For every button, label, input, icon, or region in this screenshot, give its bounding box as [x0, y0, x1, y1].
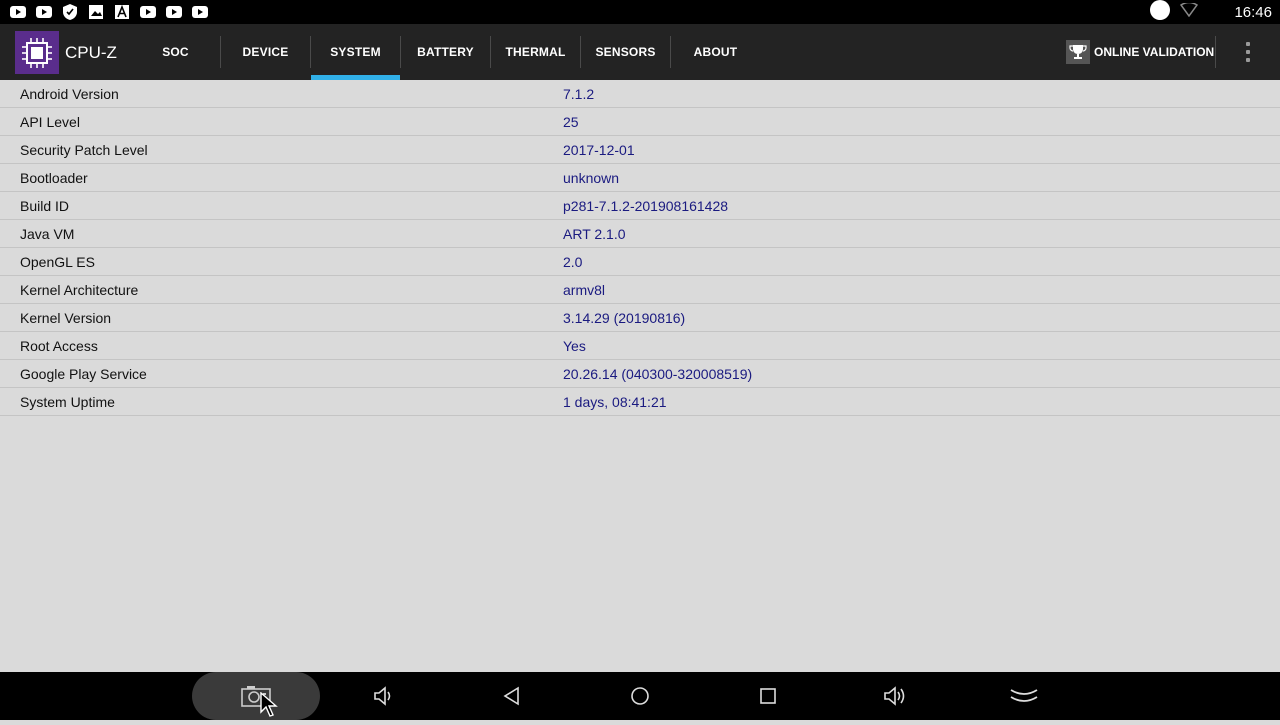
row-label: API Level	[20, 114, 80, 130]
volume-up-icon[interactable]	[880, 680, 912, 712]
row-label: Bootloader	[20, 170, 88, 186]
row-label: OpenGL ES	[20, 254, 95, 270]
info-row: Bootloader unknown	[0, 164, 1280, 192]
wifi-icon	[1180, 1, 1199, 22]
navigation-bar	[0, 672, 1280, 720]
row-value: unknown	[563, 170, 620, 186]
status-bar: 16:46	[0, 0, 1280, 24]
online-validation-label: ONLINE VALIDATION	[1094, 45, 1215, 59]
row-value: p281-7.1.2-201908161428	[563, 198, 729, 214]
recent-apps-icon[interactable]	[752, 680, 784, 712]
youtube-icon	[36, 4, 52, 20]
info-row: Android Version 7.1.2	[0, 80, 1280, 108]
trophy-icon	[1066, 40, 1090, 64]
tab-about[interactable]: ABOUT	[671, 24, 760, 80]
tab-system[interactable]: SYSTEM	[311, 24, 400, 80]
youtube-icon	[140, 4, 156, 20]
youtube-icon	[166, 4, 182, 20]
notification-icons	[10, 4, 208, 20]
info-row: API Level 25	[0, 108, 1280, 136]
row-value: ART 2.1.0	[563, 226, 626, 242]
youtube-icon	[10, 4, 26, 20]
youtube-icon	[192, 4, 208, 20]
row-label: Root Access	[20, 338, 98, 354]
app-bar-divider	[1215, 36, 1216, 68]
overflow-menu-icon[interactable]	[1238, 40, 1258, 64]
tab-soc[interactable]: SOC	[131, 24, 220, 80]
tab-device[interactable]: DEVICE	[221, 24, 310, 80]
tab-thermal[interactable]: THERMAL	[491, 24, 580, 80]
row-label: Security Patch Level	[20, 142, 148, 158]
row-value: armv8l	[563, 282, 606, 298]
tab-bar: SOC DEVICE SYSTEM BATTERY THERMAL SENSOR…	[131, 24, 760, 80]
image-icon	[88, 4, 104, 20]
info-row: Security Patch Level 2017-12-01	[0, 136, 1280, 164]
row-label: Google Play Service	[20, 366, 147, 382]
row-value: 25	[563, 114, 579, 130]
mouse-cursor-icon	[260, 691, 286, 725]
row-label: System Uptime	[20, 394, 115, 410]
info-row: Kernel Architecture armv8l	[0, 276, 1280, 304]
info-row: Google Play Service 20.26.14 (040300-3200…	[0, 360, 1280, 388]
app-title: CPU-Z	[65, 43, 117, 62]
row-label: Kernel Version	[20, 310, 112, 326]
tab-sensors[interactable]: SENSORS	[581, 24, 670, 80]
info-row: OpenGL ES 2.0	[0, 248, 1280, 276]
back-icon[interactable]	[496, 680, 528, 712]
tab-battery[interactable]: BATTERY	[401, 24, 490, 80]
volume-down-icon[interactable]	[368, 680, 400, 712]
app-bar: CPU-Z SOC DEVICE SYSTEM BATTERY THERMAL …	[0, 24, 1280, 80]
info-row: Java VM ART 2.1.0	[0, 220, 1280, 248]
info-row: Root Access Yes	[0, 332, 1280, 360]
row-value: 20.26.14 (040300-320008519)	[563, 366, 753, 382]
info-row: System Uptime 1 days, 08:41:21	[0, 388, 1280, 416]
online-validation-button[interactable]: ONLINE VALIDATION	[1066, 24, 1214, 80]
row-label: Java VM	[20, 226, 75, 242]
row-value: Yes	[563, 338, 586, 354]
row-value: 3.14.29 (20190816)	[563, 310, 686, 326]
ethernet-icon	[1150, 0, 1171, 25]
row-value: 2.0	[563, 254, 583, 270]
app-a-icon	[114, 4, 130, 20]
row-value: 1 days, 08:41:21	[563, 394, 667, 410]
shield-icon	[62, 4, 78, 20]
system-info-list: Android Version 7.1.2 API Level 25 Securit…	[0, 80, 1280, 416]
row-label: Build ID	[20, 198, 70, 214]
home-icon[interactable]	[624, 680, 656, 712]
status-time: 16:46	[1234, 3, 1272, 21]
info-row: Kernel Version 3.14.29 (20190816)	[0, 304, 1280, 332]
status-right: 16:46	[1150, 0, 1272, 24]
hide-nav-icon[interactable]	[1008, 680, 1040, 712]
row-label: Kernel Architecture	[20, 282, 139, 298]
cpu-z-logo-icon	[15, 31, 59, 74]
row-label: Android Version	[20, 86, 119, 102]
row-value: 2017-12-01	[563, 142, 635, 158]
info-row: Build ID p281-7.1.2-201908161428	[0, 192, 1280, 220]
row-value: 7.1.2	[563, 86, 595, 102]
